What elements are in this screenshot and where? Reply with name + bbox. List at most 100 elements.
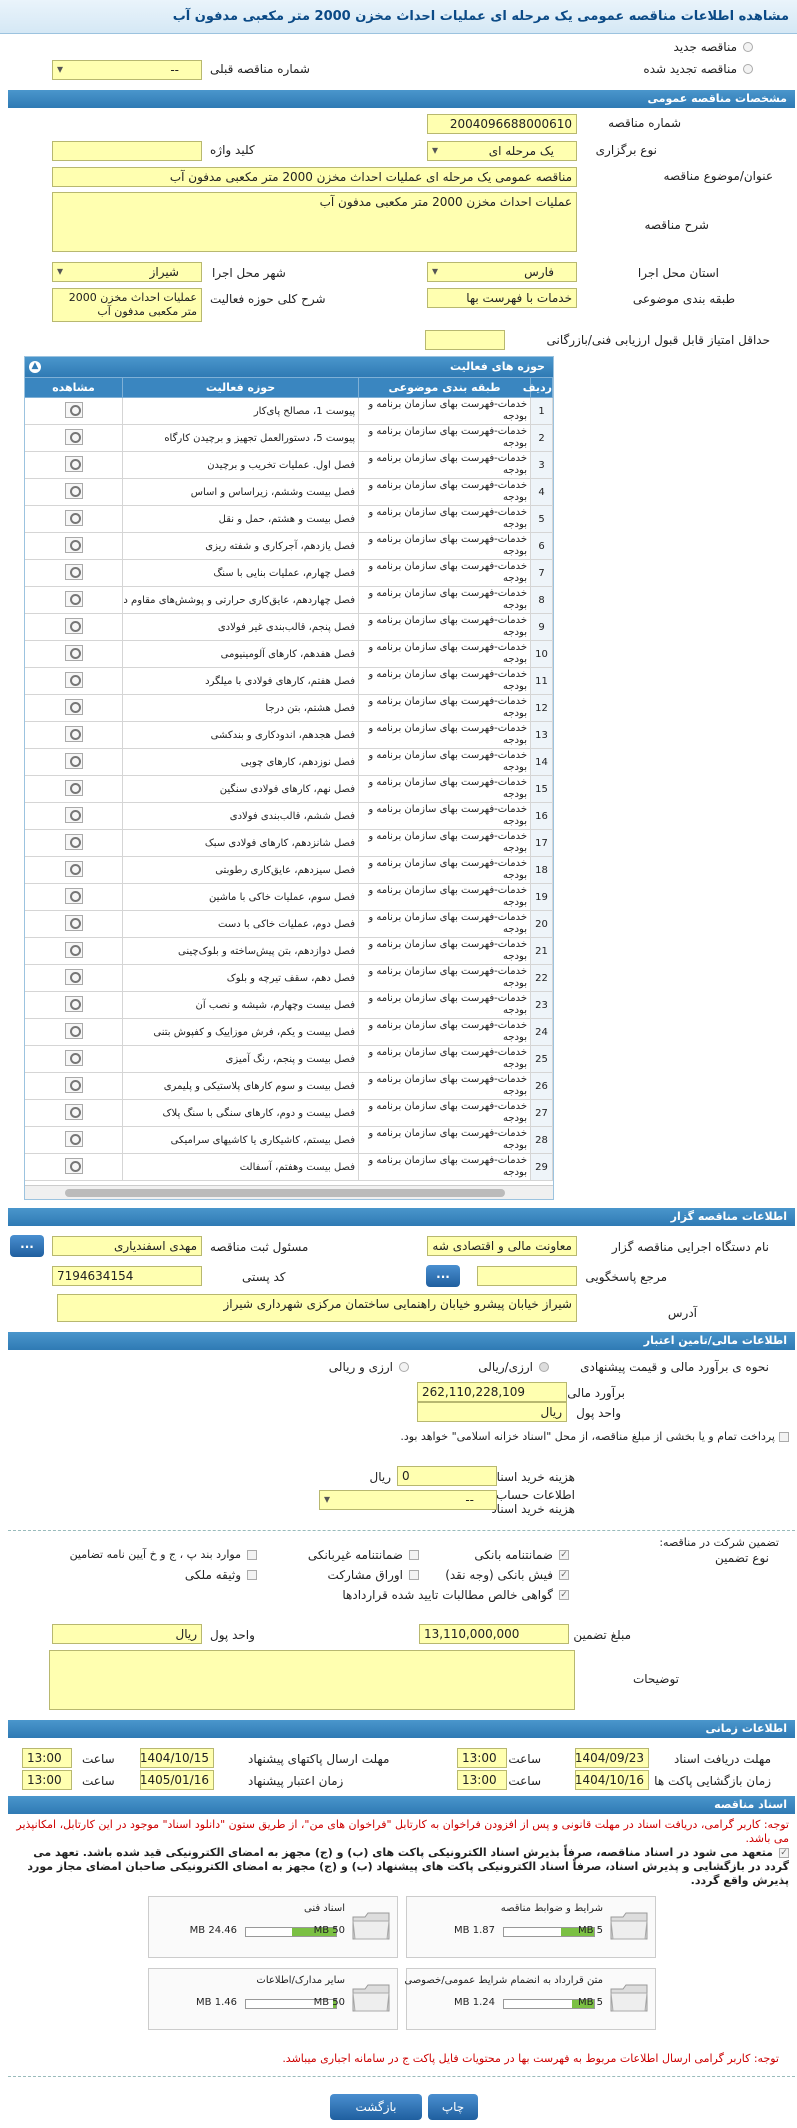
checkbox-claims-guarantee[interactable]: ✓ bbox=[559, 1590, 569, 1600]
row-view[interactable] bbox=[25, 559, 123, 587]
address-field[interactable]: شیراز خیابان پیشرو خیابان راهنمایی ساختم… bbox=[57, 1294, 577, 1322]
checkbox-nonbank-guarantee[interactable] bbox=[409, 1550, 419, 1560]
min-score-field[interactable] bbox=[425, 330, 505, 350]
postal-field[interactable]: 7194634154 bbox=[52, 1266, 202, 1286]
category-field[interactable]: خدمات با فهرست بها bbox=[427, 288, 577, 308]
view-icon[interactable] bbox=[64, 401, 83, 418]
type-select[interactable]: یک مرحله ای bbox=[427, 141, 577, 161]
row-view[interactable] bbox=[25, 748, 123, 776]
checkbox-bank-guarantee[interactable]: ✓ bbox=[559, 1550, 569, 1560]
print-button[interactable]: چاپ bbox=[428, 2094, 478, 2120]
row-view[interactable] bbox=[25, 964, 123, 992]
city-select[interactable]: شیراز bbox=[52, 262, 202, 282]
checkbox-other-guarantee[interactable] bbox=[247, 1550, 257, 1560]
view-icon[interactable] bbox=[64, 1049, 83, 1066]
row-view[interactable] bbox=[25, 991, 123, 1019]
send-deadline-date[interactable]: 1404/10/15 bbox=[140, 1748, 214, 1768]
keyword-field[interactable] bbox=[52, 141, 202, 161]
row-view[interactable] bbox=[25, 856, 123, 884]
notes-field[interactable] bbox=[49, 1650, 575, 1710]
view-icon[interactable] bbox=[64, 1103, 83, 1120]
validity-time[interactable]: 13:00 bbox=[22, 1770, 72, 1790]
row-view[interactable] bbox=[25, 613, 123, 641]
row-view[interactable] bbox=[25, 1099, 123, 1127]
guarantee-currency-field[interactable]: ریال bbox=[52, 1624, 202, 1644]
view-icon[interactable] bbox=[64, 860, 83, 877]
checkbox-bonds-guarantee[interactable] bbox=[409, 1570, 419, 1580]
back-button[interactable]: بازگشت bbox=[330, 2094, 422, 2120]
province-select[interactable]: فارس bbox=[427, 262, 577, 282]
view-icon[interactable] bbox=[64, 536, 83, 553]
row-view[interactable] bbox=[25, 694, 123, 722]
view-icon[interactable] bbox=[64, 455, 83, 472]
view-icon[interactable] bbox=[64, 644, 83, 661]
row-view[interactable] bbox=[25, 640, 123, 668]
row-view[interactable] bbox=[25, 775, 123, 803]
org-field[interactable]: معاونت مالی و اقتصادی شه bbox=[427, 1236, 577, 1256]
view-icon[interactable] bbox=[64, 752, 83, 769]
horizontal-scrollbar[interactable] bbox=[25, 1185, 553, 1199]
view-icon[interactable] bbox=[64, 806, 83, 823]
file-other[interactable]: سایر مدارک/اطلاعات 50 MB 1.46 MB bbox=[148, 1968, 398, 2030]
row-view[interactable] bbox=[25, 937, 123, 965]
account-select[interactable]: -- bbox=[319, 1490, 497, 1510]
view-icon[interactable] bbox=[64, 1022, 83, 1039]
view-icon[interactable] bbox=[64, 914, 83, 931]
file-technical[interactable]: اسناد فنی 50 MB 24.46 MB bbox=[148, 1896, 398, 1958]
ref-lookup-button[interactable]: ... bbox=[426, 1265, 460, 1287]
radio-new-tender[interactable] bbox=[743, 42, 753, 52]
open-time[interactable]: 13:00 bbox=[457, 1770, 507, 1790]
ref-field[interactable] bbox=[477, 1266, 577, 1286]
view-icon[interactable] bbox=[64, 698, 83, 715]
radio-renewed-tender[interactable] bbox=[743, 64, 753, 74]
guarantee-amount-field[interactable]: 13,110,000,000 bbox=[419, 1624, 569, 1644]
prev-number-select[interactable]: -- bbox=[52, 60, 202, 80]
send-deadline-time[interactable]: 13:00 bbox=[22, 1748, 72, 1768]
row-view[interactable] bbox=[25, 478, 123, 506]
row-view[interactable] bbox=[25, 910, 123, 938]
view-icon[interactable] bbox=[64, 590, 83, 607]
doc-deadline-time[interactable]: 13:00 bbox=[457, 1748, 507, 1768]
resp-field[interactable]: مهدی اسفندیاری bbox=[52, 1236, 202, 1256]
checkbox-property-guarantee[interactable] bbox=[247, 1570, 257, 1580]
view-icon[interactable] bbox=[64, 428, 83, 445]
row-view[interactable] bbox=[25, 451, 123, 479]
view-icon[interactable] bbox=[64, 1130, 83, 1147]
radio-fx-rial[interactable] bbox=[399, 1362, 409, 1372]
scope-field[interactable]: عملیات احداث مخزن 2000 متر مکعبی مدفون آ… bbox=[52, 288, 202, 322]
view-icon[interactable] bbox=[64, 671, 83, 688]
checkbox-check-guarantee[interactable]: ✓ bbox=[559, 1570, 569, 1580]
resp-lookup-button[interactable]: ... bbox=[10, 1235, 44, 1257]
row-view[interactable] bbox=[25, 586, 123, 614]
view-icon[interactable] bbox=[64, 563, 83, 580]
treasury-checkbox[interactable] bbox=[779, 1432, 789, 1442]
view-icon[interactable] bbox=[64, 995, 83, 1012]
validity-date[interactable]: 1405/01/16 bbox=[140, 1770, 214, 1790]
desc-field[interactable]: عملیات احداث مخزن 2000 متر مکعبی مدفون آ… bbox=[52, 192, 577, 252]
row-view[interactable] bbox=[25, 802, 123, 830]
row-view[interactable] bbox=[25, 721, 123, 749]
row-view[interactable] bbox=[25, 883, 123, 911]
file-contract[interactable]: متن قرارداد به انضمام شرایط عمومی/خصوصی … bbox=[404, 1968, 656, 2030]
row-view[interactable] bbox=[25, 1045, 123, 1073]
view-icon[interactable] bbox=[64, 833, 83, 850]
doc-fee-field[interactable]: 0 bbox=[397, 1466, 497, 1486]
row-view[interactable] bbox=[25, 532, 123, 560]
tender-number-field[interactable]: 2004096688000610 bbox=[427, 114, 577, 134]
scroll-thumb[interactable] bbox=[65, 1189, 505, 1197]
view-icon[interactable] bbox=[64, 1076, 83, 1093]
collapse-icon[interactable]: ▲ bbox=[29, 361, 41, 373]
view-icon[interactable] bbox=[64, 725, 83, 742]
estimate-amount-field[interactable]: 262,110,228,109 bbox=[417, 1382, 567, 1402]
row-view[interactable] bbox=[25, 1126, 123, 1154]
view-icon[interactable] bbox=[64, 617, 83, 634]
view-icon[interactable] bbox=[64, 887, 83, 904]
row-view[interactable] bbox=[25, 1153, 123, 1181]
row-view[interactable] bbox=[25, 1072, 123, 1100]
row-view[interactable] bbox=[25, 829, 123, 857]
currency-field[interactable]: ریال bbox=[417, 1402, 567, 1422]
view-icon[interactable] bbox=[64, 509, 83, 526]
radio-rial[interactable] bbox=[539, 1362, 549, 1372]
view-icon[interactable] bbox=[64, 482, 83, 499]
row-view[interactable] bbox=[25, 667, 123, 695]
